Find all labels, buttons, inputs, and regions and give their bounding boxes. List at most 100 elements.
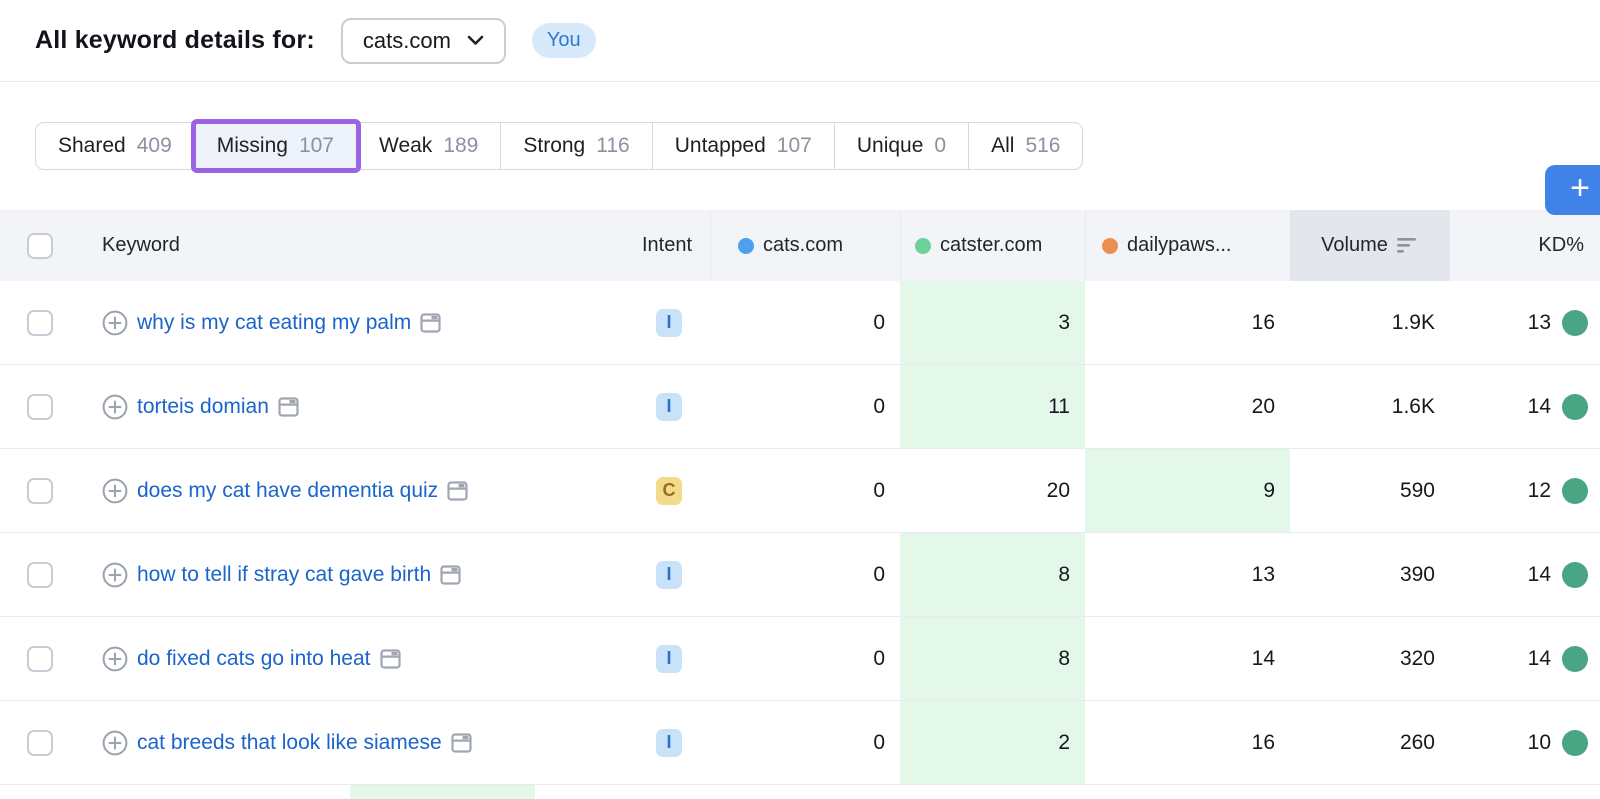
column-header-cats-com: cats.com	[710, 210, 900, 281]
volume-value: 1.6K	[1290, 365, 1450, 448]
tab-shared[interactable]: Shared 409	[36, 123, 195, 169]
intent-badge: I	[656, 561, 682, 589]
catster-com-dot-icon	[915, 238, 931, 254]
row-checkbox[interactable]	[27, 562, 53, 588]
row-checkbox[interactable]	[27, 394, 53, 420]
add-keyword-icon[interactable]	[102, 646, 128, 672]
tab-unique[interactable]: Unique 0	[835, 123, 969, 169]
tab-count: 116	[596, 134, 629, 158]
row-checkbox[interactable]	[27, 310, 53, 336]
catster-com-value: 8	[900, 617, 1085, 700]
keyword-link[interactable]: does my cat have dementia quiz	[137, 479, 438, 503]
keyword-gap-page: All keyword details for: cats.com You Sh…	[0, 0, 1600, 799]
page-title: All keyword details for:	[35, 26, 315, 55]
top-bar: All keyword details for: cats.com You	[0, 0, 1600, 82]
sort-descending-icon	[1397, 237, 1419, 254]
tab-count: 107	[299, 134, 334, 158]
column-header-catster-com: catster.com	[900, 210, 1085, 281]
volume-value: 1.9K	[1290, 281, 1450, 364]
column-header-dailypaws: dailypaws...	[1085, 210, 1290, 281]
catster-com-value: 3	[900, 281, 1085, 364]
table-row: cat breeds that look like siamese I 0 2 …	[0, 701, 1600, 785]
keyword-link[interactable]: cat breeds that look like siamese	[137, 731, 442, 755]
kd-difficulty-dot-icon	[1562, 562, 1588, 588]
column-header-volume[interactable]: Volume	[1290, 210, 1450, 281]
column-header-kd: KD%	[1450, 210, 1600, 281]
kd-value: 12	[1450, 449, 1600, 532]
cats-com-value: 0	[710, 365, 900, 448]
catster-com-value: 2	[900, 701, 1085, 784]
intent-badge: I	[656, 309, 682, 337]
tabs-section: Shared 409 Missing 107 Weak 189 Strong 1…	[0, 82, 1600, 210]
domain-dropdown[interactable]: cats.com	[341, 18, 506, 64]
row-checkbox[interactable]	[27, 730, 53, 756]
cats-com-value: 0	[710, 533, 900, 616]
volume-value: 590	[1290, 449, 1450, 532]
tab-untapped[interactable]: Untapped 107	[653, 123, 835, 169]
dailypaws-value: 13	[1085, 533, 1290, 616]
serp-features-icon[interactable]	[420, 312, 441, 334]
cats-com-dot-icon	[738, 238, 754, 254]
add-keyword-icon[interactable]	[102, 394, 128, 420]
tab-all[interactable]: All 516	[969, 123, 1082, 169]
intent-badge: I	[656, 393, 682, 421]
add-to-list-button[interactable]: +	[1545, 165, 1600, 215]
tab-count: 189	[443, 134, 478, 158]
serp-features-icon[interactable]	[440, 564, 461, 586]
tab-missing[interactable]: Missing 107	[195, 123, 357, 169]
add-keyword-icon[interactable]	[102, 562, 128, 588]
kd-value: 13	[1450, 281, 1600, 364]
dailypaws-dot-icon	[1102, 238, 1118, 254]
add-keyword-icon[interactable]	[102, 478, 128, 504]
tab-count: 409	[137, 134, 172, 158]
kd-value: 14	[1450, 533, 1600, 616]
select-all-checkbox[interactable]	[27, 233, 53, 259]
row-checkbox[interactable]	[27, 646, 53, 672]
serp-features-icon[interactable]	[278, 396, 299, 418]
keywords-table: Keyword Intent cats.com catster.com dail…	[0, 210, 1600, 799]
dailypaws-value: 16	[1085, 281, 1290, 364]
row-checkbox[interactable]	[27, 478, 53, 504]
tab-count: 516	[1025, 134, 1060, 158]
column-header-keyword: Keyword	[70, 210, 620, 281]
cats-com-value: 0	[710, 449, 900, 532]
column-header-intent: Intent	[620, 210, 710, 281]
volume-value: 320	[1290, 617, 1450, 700]
domain-dropdown-value: cats.com	[363, 28, 451, 54]
intent-badge: C	[656, 477, 682, 505]
kd-value: 14	[1450, 617, 1600, 700]
kd-difficulty-dot-icon	[1562, 310, 1588, 336]
serp-features-icon[interactable]	[380, 648, 401, 670]
tab-count: 107	[777, 134, 812, 158]
keyword-link[interactable]: how to tell if stray cat gave birth	[137, 563, 431, 587]
volume-value: 390	[1290, 533, 1450, 616]
tab-bar: Shared 409 Missing 107 Weak 189 Strong 1…	[35, 122, 1083, 170]
keyword-link[interactable]: torteis domian	[137, 395, 269, 419]
kd-difficulty-dot-icon	[1562, 478, 1588, 504]
kd-difficulty-dot-icon	[1562, 730, 1588, 756]
kd-difficulty-dot-icon	[1562, 646, 1588, 672]
volume-value: 260	[1290, 701, 1450, 784]
catster-com-value: 11	[900, 365, 1085, 448]
tab-weak[interactable]: Weak 189	[357, 123, 501, 169]
you-badge: You	[532, 23, 596, 58]
cats-com-value: 0	[710, 617, 900, 700]
cats-com-value: 0	[710, 281, 900, 364]
chevron-down-icon	[467, 35, 484, 46]
tab-strong[interactable]: Strong 116	[501, 123, 652, 169]
add-keyword-icon[interactable]	[102, 310, 128, 336]
add-keyword-icon[interactable]	[102, 730, 128, 756]
serp-features-icon[interactable]	[451, 732, 472, 754]
intent-badge: I	[656, 729, 682, 757]
table-header-row: Keyword Intent cats.com catster.com dail…	[0, 210, 1600, 281]
table-row: does my cat have dementia quiz C 0 20 9 …	[0, 449, 1600, 533]
cats-com-value: 0	[710, 701, 900, 784]
dailypaws-value: 14	[1085, 617, 1290, 700]
dailypaws-value: 9	[1085, 449, 1290, 532]
keyword-link[interactable]: do fixed cats go into heat	[137, 647, 371, 671]
keyword-link[interactable]: why is my cat eating my palm	[137, 311, 411, 335]
catster-com-value: 20	[900, 449, 1085, 532]
table-row: torteis domian I 0 11 20 1.6K 14	[0, 365, 1600, 449]
serp-features-icon[interactable]	[447, 480, 468, 502]
catster-com-value: 8	[900, 533, 1085, 616]
